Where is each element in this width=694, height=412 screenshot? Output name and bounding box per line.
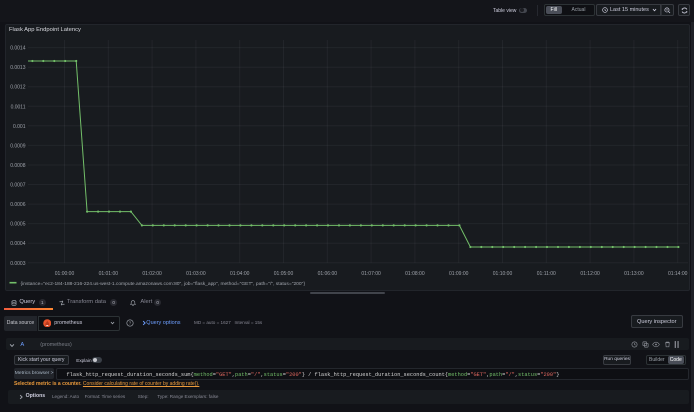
svg-text:01:07:00: 01:07:00 <box>361 271 381 277</box>
svg-text:01:02:00: 01:02:00 <box>142 271 162 277</box>
svg-text:01:11:00: 01:11:00 <box>537 271 556 277</box>
svg-text:01:10:00: 01:10:00 <box>493 271 513 277</box>
svg-text:0.0008: 0.0008 <box>10 163 26 169</box>
svg-text:01:12:00: 01:12:00 <box>580 271 600 277</box>
svg-text:0.0006: 0.0006 <box>10 202 26 208</box>
svg-text:0.0005: 0.0005 <box>10 222 26 228</box>
svg-text:01:05:00: 01:05:00 <box>274 271 294 277</box>
svg-text:01:09:00: 01:09:00 <box>449 271 469 277</box>
svg-text:0.0012: 0.0012 <box>10 85 26 91</box>
svg-text:01:14:00: 01:14:00 <box>668 271 688 277</box>
svg-text:01:08:00: 01:08:00 <box>405 271 425 277</box>
svg-text:0.0003: 0.0003 <box>10 261 26 267</box>
svg-text:01:13:00: 01:13:00 <box>624 271 644 277</box>
svg-text:0.0004: 0.0004 <box>10 241 26 247</box>
svg-text:0.0013: 0.0013 <box>10 65 26 71</box>
svg-text:0.0011: 0.0011 <box>11 104 26 110</box>
svg-text:01:03:00: 01:03:00 <box>186 271 206 277</box>
svg-text:01:01:00: 01:01:00 <box>99 271 119 277</box>
svg-text:0.001: 0.001 <box>13 124 26 130</box>
svg-text:01:06:00: 01:06:00 <box>318 271 338 277</box>
svg-text:0.0014: 0.0014 <box>10 46 26 52</box>
svg-text:?: ? <box>129 321 132 326</box>
svg-text:0.0007: 0.0007 <box>10 183 26 189</box>
svg-text:{instance="ec2-184-188-216-224: {instance="ec2-184-188-216-224.us-west-1… <box>21 281 306 287</box>
svg-text:0.0009: 0.0009 <box>10 143 26 149</box>
svg-text:01:00:00: 01:00:00 <box>55 271 75 277</box>
svg-text:01:04:00: 01:04:00 <box>230 271 250 277</box>
